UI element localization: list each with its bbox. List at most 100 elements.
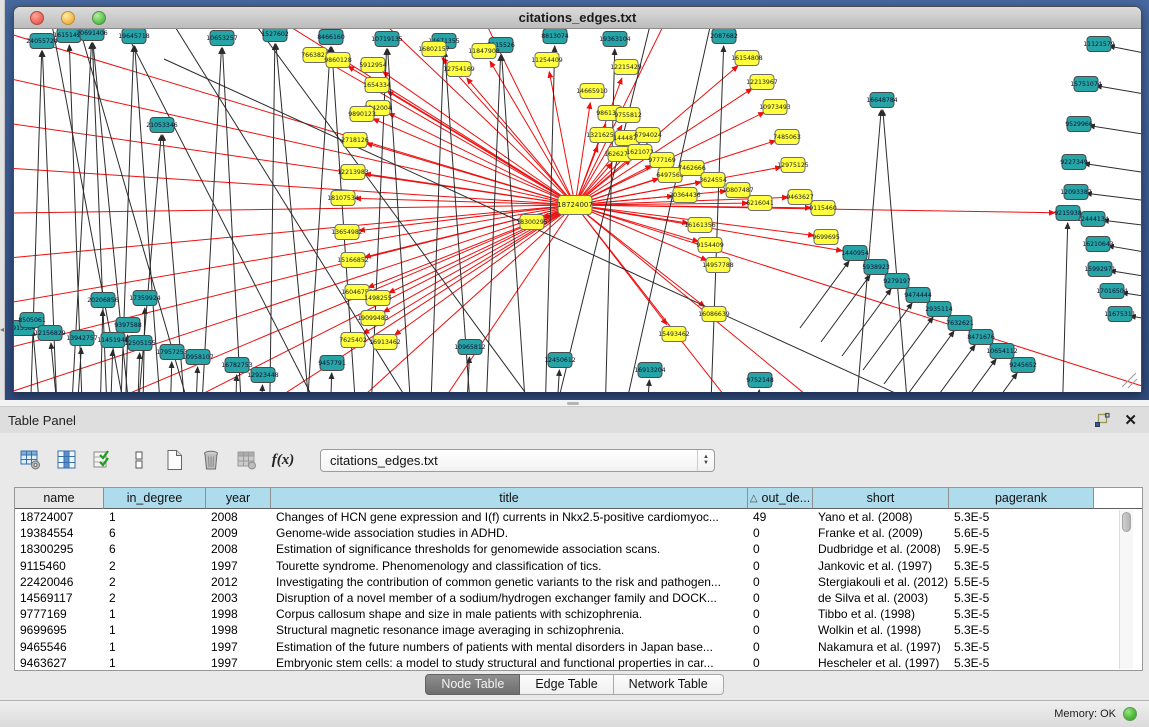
table-cell[interactable]: 5.6E-5 [949,526,1094,540]
graph-node[interactable]: 15166852 [337,253,369,268]
network-view-window[interactable]: citations_edges.txt 18724007240557241615… [13,6,1142,392]
table-cell[interactable]: Nakamura et al. (1997) [813,640,949,654]
graph-node[interactable]: 18107534 [327,191,359,206]
table-cell[interactable]: 0 [748,656,813,670]
table-row[interactable]: 1938455462009Genome-wide association stu… [15,525,1142,541]
column-header-name[interactable]: name [15,488,104,509]
graph-node[interactable]: 9777169 [648,153,676,168]
column-header-pagerank[interactable]: pagerank [949,488,1094,509]
table-cell[interactable]: Embryonic stem cells: a model to study s… [271,656,748,670]
table-cell[interactable]: 2 [104,591,206,605]
graph-node[interactable]: 9860128 [324,53,352,68]
graph-node[interactable]: 12213967 [746,75,778,90]
table-row[interactable]: 2242004622012Investigating the contribut… [15,574,1142,590]
graph-node[interactable]: 1527602 [261,29,289,42]
table-cell[interactable]: 6 [104,526,206,540]
graph-node[interactable]: 9529966 [1065,117,1093,132]
table-cell[interactable]: 1 [104,640,206,654]
graph-node[interactable]: 9699695 [812,230,840,245]
table-cell[interactable]: 5.3E-5 [949,623,1094,637]
delete-table-button[interactable] [234,446,260,474]
graph-node[interactable]: 9215938 [1054,206,1082,221]
table-cell[interactable]: 2008 [206,542,271,556]
graph-node[interactable]: 18300295 [516,215,548,230]
table-cell[interactable]: 2012 [206,575,271,589]
table-cell[interactable]: Jankovic et al. (1997) [813,559,949,573]
graph-node[interactable]: 2935114 [925,302,953,317]
table-row[interactable]: 1830029562008Estimation of significance … [15,541,1142,557]
table-cell[interactable]: Structural magnetic resonance image aver… [271,623,748,637]
table-cell[interactable]: 9777169 [15,607,104,621]
table-cell[interactable]: 0 [748,526,813,540]
row-height-button[interactable] [126,446,152,474]
graph-node[interactable]: 10807487 [722,183,754,198]
float-panel-button[interactable] [1094,412,1110,428]
graph-node[interactable]: 9463627 [786,190,814,205]
table-cell[interactable]: Estimation of significance thresholds fo… [271,542,748,556]
divider-grip-icon[interactable] [567,402,579,405]
graph-node[interactable]: 12444134 [1077,212,1109,227]
graph-node[interactable]: 9890123 [348,107,376,122]
table-cell[interactable]: 0 [748,575,813,589]
table-cell[interactable]: 1 [104,656,206,670]
table-cell[interactable]: 1997 [206,640,271,654]
graph-node[interactable]: 2718126 [341,133,369,148]
table-cell[interactable]: 5.3E-5 [949,607,1094,621]
table-cell[interactable]: 1998 [206,623,271,637]
table-cell[interactable]: 6 [104,542,206,556]
table-cell[interactable]: Tourette syndrome. Phenomenology and cla… [271,559,748,573]
graph-node[interactable]: 16086639 [698,307,730,322]
graph-node[interactable]: 16154808 [731,51,763,66]
table-cell[interactable]: 1997 [206,559,271,573]
graph-node[interactable]: 9227349 [1060,155,1088,170]
graph-node[interactable]: 10958107 [182,350,214,365]
graph-node[interactable]: 13942757 [66,331,98,346]
graph-node[interactable]: 12213983 [337,165,369,180]
table-cell[interactable]: Corpus callosum shape and size in male p… [271,607,748,621]
graph-node[interactable]: 19363104 [599,32,631,47]
graph-node[interactable]: 1498255 [364,291,392,306]
graph-node[interactable]: 15992971 [1084,262,1116,277]
table-cell[interactable]: Tibbo et al. (1998) [813,607,949,621]
graph-node[interactable]: 16161356 [684,218,716,233]
graph-node[interactable]: 14665910 [576,84,608,99]
graph-node[interactable]: 12093387 [1060,185,1092,200]
graph-node[interactable]: 11847908 [468,44,500,59]
graph-node[interactable]: 10965812 [454,340,486,355]
graph-node[interactable]: 16802157 [418,42,450,57]
graph-node[interactable]: 10653257 [206,31,238,46]
graph-node[interactable]: 16913204 [634,363,666,378]
table-cell[interactable]: Disruption of a novel member of a sodium… [271,591,748,605]
table-cell[interactable]: Wolkin et al. (1998) [813,623,949,637]
graph-node[interactable]: 9397588 [114,318,142,333]
graph-node[interactable]: 15493462 [658,327,690,342]
table-cell[interactable]: 5.9E-5 [949,542,1094,556]
graph-node[interactable]: 5938923 [862,260,890,275]
graph-node[interactable]: 19099483 [357,311,389,326]
window-close-button[interactable] [30,11,44,25]
graph-node[interactable]: 16782753 [221,358,253,373]
scrollbar-thumb[interactable] [1122,512,1131,532]
table-cell[interactable]: 22420046 [15,575,104,589]
window-zoom-button[interactable] [92,11,106,25]
graph-node[interactable]: 9755812 [614,108,642,123]
table-row[interactable]: 977716911998Corpus callosum shape and si… [15,606,1142,622]
graph-node[interactable]: 7625402 [339,333,367,348]
table-cell[interactable]: 9465546 [15,640,104,654]
graph-node[interactable]: 11254409 [531,53,563,68]
table-cell[interactable]: 9699695 [15,623,104,637]
delete-rows-button[interactable] [198,446,224,474]
tab-edge-table[interactable]: Edge Table [520,674,613,695]
function-builder-button[interactable]: f(x) [270,446,296,474]
column-header-short[interactable]: short [813,488,949,509]
graph-node[interactable]: 9245652 [1009,358,1037,373]
table-row[interactable]: 946362711997Embryonic stem cells: a mode… [15,655,1142,671]
new-table-button[interactable] [162,446,188,474]
graph-node[interactable]: 19645718 [118,29,150,44]
table-cell[interactable]: 5.3E-5 [949,559,1094,573]
table-cell[interactable]: 49 [748,510,813,524]
table-cell[interactable]: 0 [748,542,813,556]
table-cell[interactable]: 2009 [206,526,271,540]
table-cell[interactable]: 0 [748,607,813,621]
close-panel-button[interactable]: ✕ [1124,413,1137,428]
